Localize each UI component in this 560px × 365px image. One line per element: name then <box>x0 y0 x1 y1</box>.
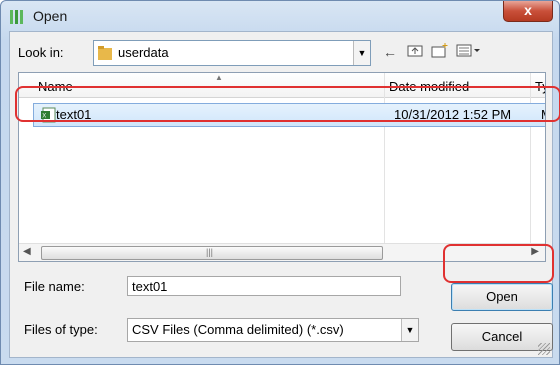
resize-grip[interactable] <box>538 343 550 355</box>
grip-icon: ||| <box>206 247 214 257</box>
folder-icon <box>98 46 112 60</box>
filetype-value: CSV Files (Comma delimited) (*.csv) <box>132 322 344 337</box>
filetype-dropdown[interactable]: CSV Files (Comma delimited) (*.csv) ▼ <box>127 318 419 342</box>
new-folder-icon[interactable] <box>430 42 450 62</box>
view-menu-icon[interactable] <box>456 42 482 62</box>
chevron-down-icon[interactable]: ▼ <box>353 41 370 65</box>
filetype-label: Files of type: <box>24 322 98 337</box>
up-folder-icon[interactable] <box>405 42 425 62</box>
sort-ascending-icon: ▲ <box>215 73 223 82</box>
open-dialog: Open x Look in: userdata ▼ ← Name ▲ Date… <box>0 0 560 365</box>
title-bar: Open x <box>1 1 559 31</box>
scrollbar-thumb[interactable]: ||| <box>41 246 383 260</box>
lookin-label: Look in: <box>18 45 64 60</box>
open-button[interactable]: Open <box>451 283 553 311</box>
file-highlight-annotation <box>15 86 560 122</box>
window-title: Open <box>33 8 68 24</box>
filename-label: File name: <box>24 279 85 294</box>
app-icon <box>10 10 23 24</box>
lookin-dropdown[interactable]: userdata ▼ <box>93 40 371 66</box>
close-button[interactable]: x <box>503 1 553 22</box>
filename-input[interactable] <box>127 276 401 296</box>
open-highlight-annotation <box>443 244 554 283</box>
scroll-left-icon[interactable]: ◀ <box>23 246 31 257</box>
back-arrow-icon[interactable]: ← <box>380 42 400 62</box>
lookin-value: userdata <box>118 45 169 60</box>
dialog-body: Look in: userdata ▼ ← Name ▲ Date modifi… <box>9 31 553 358</box>
chevron-down-icon[interactable]: ▼ <box>401 319 418 341</box>
